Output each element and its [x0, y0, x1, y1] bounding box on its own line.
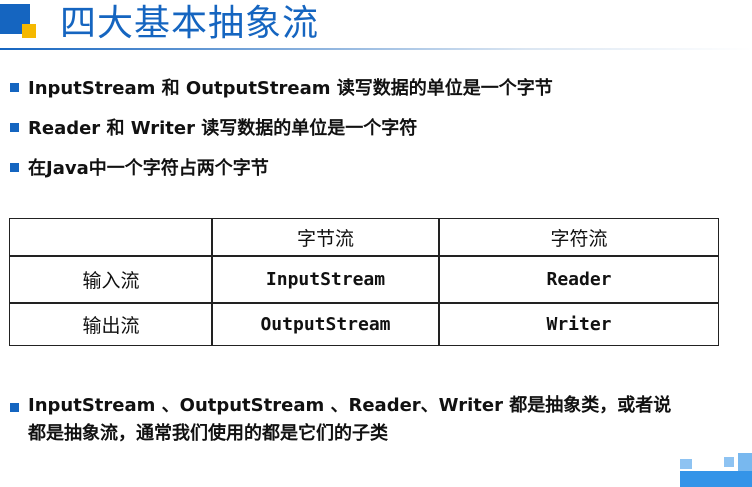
stream-table: 字节流 字符流 输入流 InputStream Reader 输出流 Outpu… — [9, 218, 719, 346]
table-header-cell: 字节流 — [296, 228, 354, 250]
table-cell: InputStream — [265, 268, 386, 290]
bullet-text: InputStream 和 OutputStream 读写数据的单位是一个字节 — [28, 78, 553, 99]
table-header-cell: 字符流 — [550, 228, 608, 250]
bullet-text: 在Java中一个字符占两个字节 — [28, 158, 269, 179]
bullet-square-icon — [10, 123, 19, 132]
table-header-cell — [10, 219, 212, 256]
bullet-square-icon — [10, 403, 19, 412]
summary-text: InputStream 、OutputStream 、Reader、Writer… — [28, 392, 671, 448]
title-divider — [0, 48, 752, 50]
corner-decoration — [632, 427, 752, 487]
corner-block — [680, 471, 752, 487]
logo-square-yellow — [22, 24, 36, 38]
corner-block — [738, 453, 752, 471]
table-row: 输入流 InputStream Reader — [10, 256, 718, 302]
table-cell: 输出流 — [82, 314, 140, 337]
logo-mark — [0, 4, 40, 44]
bullet-text: Reader 和 Writer 读写数据的单位是一个字符 — [28, 118, 418, 139]
bullet-square-icon — [10, 83, 19, 92]
table-cell: Writer — [546, 313, 612, 335]
table-cell: Reader — [546, 268, 612, 290]
slide-title: 四大基本抽象流 — [60, 3, 320, 44]
table-row: 输出流 OutputStream Writer — [10, 303, 718, 345]
corner-block — [724, 457, 734, 467]
corner-block — [680, 459, 692, 469]
table-cell: 输入流 — [82, 269, 140, 292]
summary-line: 都是抽象流，通常我们使用的都是它们的子类 — [28, 423, 388, 444]
table-header-row: 字节流 字符流 — [10, 219, 718, 256]
table-cell: OutputStream — [260, 313, 391, 335]
bullet-square-icon — [10, 163, 19, 172]
summary-line: InputStream 、OutputStream 、Reader、Writer… — [28, 395, 672, 416]
